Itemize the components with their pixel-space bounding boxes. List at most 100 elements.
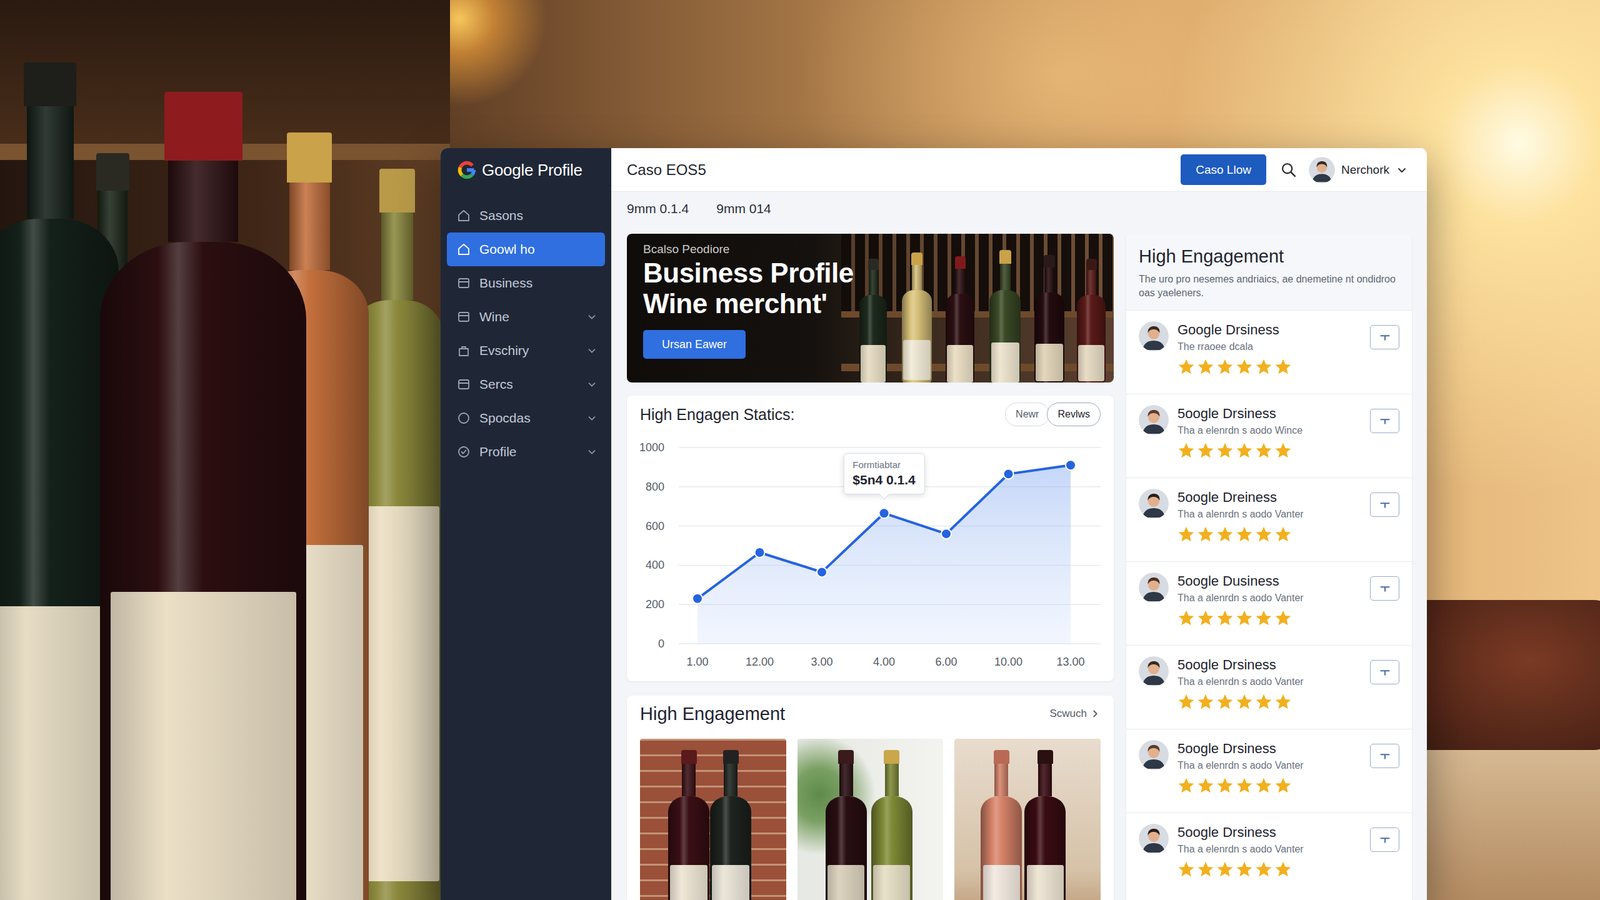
sidebar-item[interactable]: Goowl ho [446,232,605,267]
star-icon [1216,776,1234,795]
hero-button[interactable]: Ursan Eawer [643,330,746,359]
sidebar-item[interactable]: Wine [446,300,605,334]
star-icon [1255,609,1273,627]
sidebar-item[interactable]: Profile [446,435,605,469]
review-item[interactable]: 5oogle DrsinessTha a elenrdn s aodo Winc… [1126,393,1412,478]
review-subtitle: The rraoee dcala [1177,340,1362,354]
review-action-button[interactable] [1370,408,1400,434]
star-icon [1177,441,1195,460]
star-icon [1177,358,1195,376]
bottle [980,750,1022,900]
x-label: 13.00 [1056,655,1085,669]
sidebar-item[interactable]: Sasons [446,198,605,233]
star-icon [1255,358,1273,376]
star-icon [1196,609,1215,627]
star-shape [1256,694,1272,710]
logo[interactable]: Google Profile [446,148,605,192]
review-subtitle: Tha a alenrdn s aodo Vanter [1177,591,1362,605]
review-item[interactable]: 5oogle DreinessTha a alenrdn s aodo Vant… [1126,477,1412,562]
icon-shape [1398,168,1405,172]
chart-tab[interactable]: Revlws [1046,402,1101,427]
avatar-icon [1138,572,1169,603]
review-action-button[interactable] [1370,492,1400,517]
star-shape [1217,610,1234,626]
search-button[interactable] [1280,161,1298,179]
star-shape [1217,694,1234,710]
sidebar-item[interactable]: Sercs [446,367,605,402]
star-icon [1235,441,1254,460]
star-shape [1256,526,1272,542]
grid-line [678,446,1101,449]
review-item[interactable]: Google DrsinessThe rraoee dcala [1126,310,1412,394]
star-icon [1177,525,1195,544]
review-item[interactable]: 5oogle DusinessTha a alenrdn s aodo Vant… [1126,561,1412,645]
bottle [1024,750,1066,900]
star-shape [1198,610,1214,626]
sidebar-item[interactable]: Spocdas [446,401,605,435]
bottle-neck [1000,263,1011,290]
review-item[interactable]: 5oogle DrsinessTha a elenrdn s aodo Vant… [1126,812,1412,897]
star-icon [1196,525,1215,544]
chart-tab[interactable]: Newr [1005,402,1050,427]
bottle-label [991,342,1020,383]
logo-bar [466,168,474,172]
submenu-chevron-icon [586,378,598,390]
chart-point [1065,460,1076,470]
bottle-cap [911,252,923,265]
review-action-button[interactable] [1370,660,1400,685]
bottle-neck [955,268,965,294]
chart-point [755,547,765,558]
bottle-cap [23,62,77,107]
star-shape [1236,443,1253,459]
subheader-item: 9mm 0.1.4 [626,201,689,217]
pin-icon [1376,328,1394,347]
bottle-body [859,295,887,383]
review-action-button[interactable] [1370,743,1400,769]
star-shape [1236,526,1253,542]
review-item[interactable]: 5oogle DrsinessTha a elenrdn s aodo Vant… [1126,645,1412,729]
star-shape [1178,778,1195,794]
bottle-neck [868,270,879,295]
bottle-cap [999,250,1012,264]
review-name: 5oogle Drsiness [1177,656,1362,674]
main: Caso EOS5Caso LlowNerchork9mm 0.1.49mm 0… [611,148,1427,900]
bottle-label [0,606,112,900]
star-shape [1275,526,1292,542]
icon-shape [458,315,469,317]
star-icon [1235,693,1254,711]
bottle [901,252,932,383]
review-action-button[interactable] [1370,827,1400,852]
review-action-button[interactable] [1370,325,1400,350]
avatar-hair [1147,326,1160,334]
review-item[interactable]: 5oogle DrsinessTha a elenrdn s aodo Vant… [1126,728,1412,813]
submenu-chevron-icon [586,311,598,323]
gallery-photo[interactable] [954,738,1101,900]
gallery-photo[interactable] [797,738,944,900]
reviews-panel: High EngagementThe uro pro nesemes andri… [1126,233,1412,900]
bottle-cap [681,750,697,764]
review-text: 5oogle DrsinessTha a elenrdn s aodo Vant… [1177,823,1362,879]
hero-title: Wine merchnt' [643,288,828,319]
home-icon [456,208,471,223]
x-label: 1.00 [686,655,709,669]
gallery-photo[interactable] [640,738,787,900]
star-rating [1177,860,1362,879]
review-text: 5oogle DreinessTha a alenrdn s aodo Vant… [1177,488,1362,544]
content: 9mm 0.1.49mm 014Bcalso PeodioreBusiness … [611,191,1427,900]
review-text: 5oogle DrsinessTha a elenrdn s aodo Vant… [1177,740,1362,795]
review-action-button[interactable] [1370,576,1400,601]
avatar-shoulders [1142,675,1165,685]
user-menu[interactable]: Nerchork [1308,156,1409,184]
star-shape [1275,359,1292,375]
primary-button[interactable]: Caso Llow [1180,154,1267,185]
sidebar-item[interactable]: Business [446,266,605,300]
see-all-link[interactable]: Scwuch [1049,707,1101,720]
sidebar-item[interactable]: Evschiry [446,333,605,368]
left-column: Bcalso PeodioreBusiness ProfileWine merc… [626,233,1114,900]
bottle [989,250,1021,383]
star-shape [1178,443,1195,459]
avatar-icon [1138,656,1169,687]
bottle [945,256,975,383]
star-icon [1274,525,1292,544]
sidebar-item-label: Spocdas [479,410,578,426]
